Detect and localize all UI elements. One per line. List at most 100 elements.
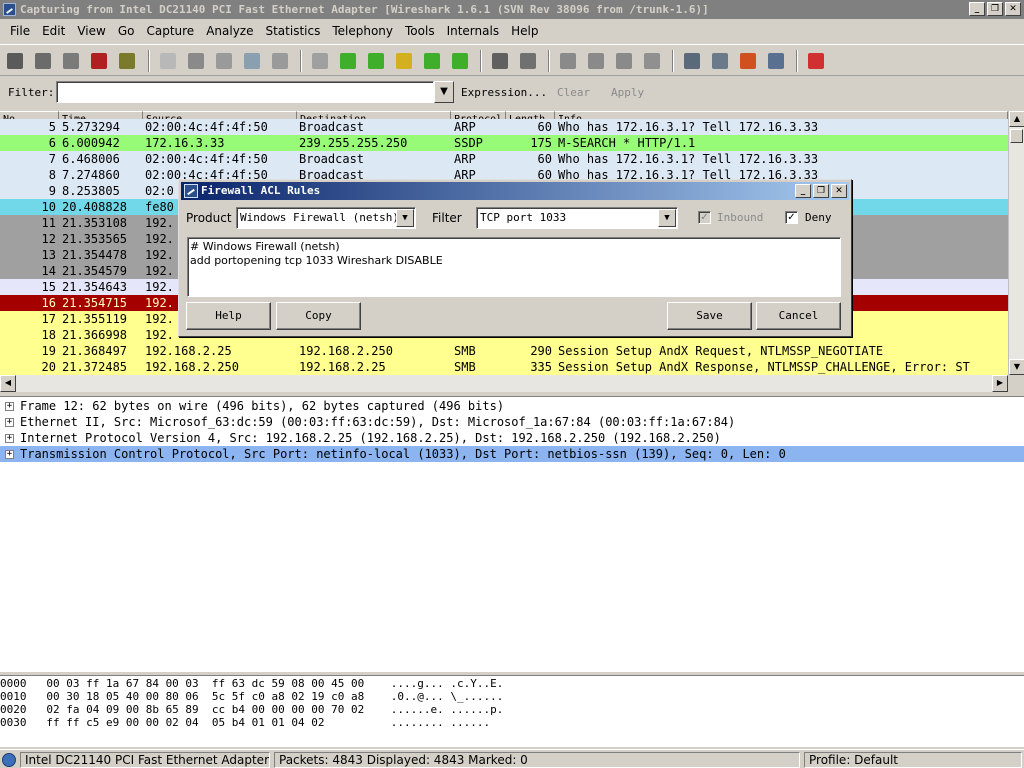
toolbar-separator bbox=[548, 50, 550, 72]
help-button[interactable]: Help bbox=[186, 302, 271, 330]
restart-capture-icon bbox=[119, 53, 135, 69]
acl-rules-text[interactable]: # Windows Firewall (netsh) add portopeni… bbox=[187, 237, 841, 297]
toolbar-separator bbox=[300, 50, 302, 72]
save-toolbar-button[interactable] bbox=[186, 51, 206, 71]
packet-cell-time: 21.366998 bbox=[62, 328, 128, 342]
detail-tree-item[interactable]: + Frame 12: 62 bytes on wire (496 bits), … bbox=[0, 398, 1024, 414]
apply-filter-button[interactable]: Apply bbox=[611, 86, 644, 99]
menu-go[interactable]: Go bbox=[112, 21, 141, 41]
hex-dump-line[interactable]: 0020 02 fa 04 09 00 8b 65 89 cc b4 00 00… bbox=[0, 703, 503, 716]
packet-row[interactable]: 7 6.468006 02:00:4c:4f:4f:50 Broadcast ARP 60… bbox=[0, 151, 1008, 167]
print-toolbar-button[interactable] bbox=[270, 51, 290, 71]
start-capture-toolbar-button[interactable] bbox=[61, 51, 81, 71]
menu-tools[interactable]: Tools bbox=[399, 21, 441, 41]
dialog-minimize-button[interactable]: _ bbox=[795, 184, 811, 198]
capture-filters-toolbar-button[interactable] bbox=[682, 51, 702, 71]
scroll-right-button[interactable]: ▶ bbox=[992, 375, 1008, 392]
menu-capture[interactable]: Capture bbox=[140, 21, 200, 41]
scroll-down-button[interactable]: ▼ bbox=[1009, 359, 1024, 375]
interfaces-toolbar-button[interactable] bbox=[5, 51, 25, 71]
inbound-checkbox[interactable]: ✓ bbox=[698, 211, 711, 224]
expand-icon[interactable]: + bbox=[5, 434, 14, 443]
reload-toolbar-button[interactable] bbox=[242, 51, 262, 71]
dialog-close-button[interactable]: ✕ bbox=[831, 184, 847, 198]
scroll-thumb[interactable] bbox=[1010, 129, 1023, 143]
filter-history-dropdown[interactable]: ▼ bbox=[434, 81, 454, 103]
close-file-icon bbox=[216, 53, 232, 69]
go-back-toolbar-button[interactable] bbox=[338, 51, 358, 71]
menu-analyze[interactable]: Analyze bbox=[200, 21, 259, 41]
help-toolbar-button[interactable] bbox=[806, 51, 826, 71]
menu-edit[interactable]: Edit bbox=[36, 21, 71, 41]
normal-size-toolbar-button[interactable] bbox=[614, 51, 634, 71]
scroll-left-button[interactable]: ◀ bbox=[0, 375, 16, 392]
display-filters-icon bbox=[712, 53, 728, 69]
copy-button-label: Copy bbox=[305, 309, 332, 322]
open-toolbar-button[interactable] bbox=[158, 51, 178, 71]
zoom-in-toolbar-button[interactable] bbox=[558, 51, 578, 71]
hex-dump-line[interactable]: 0010 00 30 18 05 40 00 80 06 5c 5f c0 a8… bbox=[0, 690, 503, 703]
minimize-button[interactable]: _ bbox=[969, 2, 985, 16]
menu-view[interactable]: View bbox=[71, 21, 111, 41]
menu-internals[interactable]: Internals bbox=[441, 21, 506, 41]
close-button[interactable]: ✕ bbox=[1005, 2, 1021, 16]
expression-button[interactable]: Expression... bbox=[461, 86, 547, 99]
menu-statistics[interactable]: Statistics bbox=[259, 21, 326, 41]
maximize-button[interactable]: ❐ bbox=[987, 2, 1003, 16]
packet-row[interactable]: 19 21.368497 192.168.2.25 192.168.2.250 SMB 2… bbox=[0, 343, 1008, 359]
go-to-packet-toolbar-button[interactable] bbox=[394, 51, 414, 71]
scroll-up-button[interactable]: ▲ bbox=[1009, 111, 1024, 127]
save-button[interactable]: Save bbox=[667, 302, 752, 330]
display-filters-toolbar-button[interactable] bbox=[710, 51, 730, 71]
packet-row[interactable]: 20 21.372485 192.168.2.250 192.168.2.25 SMB 3… bbox=[0, 359, 1008, 375]
auto-scroll-toolbar-button[interactable] bbox=[518, 51, 538, 71]
zoom-out-icon bbox=[588, 53, 604, 69]
expand-icon[interactable]: + bbox=[5, 402, 14, 411]
dialog-maximize-button[interactable]: ❐ bbox=[813, 184, 829, 198]
restart-capture-toolbar-button[interactable] bbox=[117, 51, 137, 71]
status-profile[interactable]: Profile: Default bbox=[804, 752, 1022, 768]
packet-list-vertical-scrollbar[interactable]: ▲ ▼ bbox=[1008, 111, 1024, 375]
packet-list-horizontal-scrollbar[interactable]: ◀ ▶ bbox=[0, 375, 1008, 392]
cancel-button[interactable]: Cancel bbox=[756, 302, 841, 330]
close-file-toolbar-button[interactable] bbox=[214, 51, 234, 71]
hex-dump-line[interactable]: 0000 00 03 ff 1a 67 84 00 03 ff 63 dc 59… bbox=[0, 677, 503, 690]
packet-cell-dst: Broadcast bbox=[299, 152, 365, 166]
go-forward-toolbar-button[interactable] bbox=[366, 51, 386, 71]
window-title-bar: Capturing from Intel DC21140 PCI Fast Et… bbox=[0, 0, 1024, 19]
display-filter-input[interactable] bbox=[56, 81, 434, 103]
expand-icon[interactable]: + bbox=[5, 450, 14, 459]
go-last-toolbar-button[interactable] bbox=[450, 51, 470, 71]
expert-info-icon[interactable] bbox=[2, 753, 16, 767]
filter-bar: Filter: ▼ Expression... Clear Apply bbox=[0, 79, 1024, 107]
detail-tree-item[interactable]: + Transmission Control Protocol, Src Port… bbox=[0, 446, 1024, 462]
find-toolbar-button[interactable] bbox=[310, 51, 330, 71]
options-toolbar-button[interactable] bbox=[33, 51, 53, 71]
start-capture-icon bbox=[63, 53, 79, 69]
status-adapter: Intel DC21140 PCI Fast Ethernet Adapter.… bbox=[20, 752, 270, 768]
colorize-toolbar-button[interactable] bbox=[490, 51, 510, 71]
go-forward-icon bbox=[368, 53, 384, 69]
packet-row[interactable]: 6 6.000942 172.16.3.33 239.255.255.250 SSDP 1… bbox=[0, 135, 1008, 151]
hex-dump-line[interactable]: 0030 ff ff c5 e9 00 00 02 04 05 b4 01 01… bbox=[0, 716, 490, 729]
expand-icon[interactable]: + bbox=[5, 418, 14, 427]
resize-columns-toolbar-button[interactable] bbox=[642, 51, 662, 71]
packet-row[interactable]: 5 5.273294 02:00:4c:4f:4f:50 Broadcast ARP 60… bbox=[0, 119, 1008, 135]
zoom-out-toolbar-button[interactable] bbox=[586, 51, 606, 71]
menu-help[interactable]: Help bbox=[505, 21, 544, 41]
go-first-toolbar-button[interactable] bbox=[422, 51, 442, 71]
coloring-rules-toolbar-button[interactable] bbox=[738, 51, 758, 71]
copy-button[interactable]: Copy bbox=[276, 302, 361, 330]
clear-filter-button[interactable]: Clear bbox=[557, 86, 590, 99]
detail-tree-item[interactable]: + Ethernet II, Src: Microsof_63:dc:59 (00… bbox=[0, 414, 1024, 430]
menu-telephony[interactable]: Telephony bbox=[326, 21, 399, 41]
filter-type-select[interactable]: TCP port 1033 ▼ bbox=[476, 207, 678, 229]
detail-tree-item[interactable]: + Internet Protocol Version 4, Src: 192.1… bbox=[0, 430, 1024, 446]
stop-capture-toolbar-button[interactable] bbox=[89, 51, 109, 71]
menu-file[interactable]: File bbox=[4, 21, 36, 41]
save-icon bbox=[188, 53, 204, 69]
deny-checkbox[interactable]: ✓ bbox=[785, 211, 798, 224]
preferences-toolbar-button[interactable] bbox=[766, 51, 786, 71]
product-select[interactable]: Windows Firewall (netsh) ▼ bbox=[236, 207, 416, 229]
window-controls: _ ❐ ✕ bbox=[969, 2, 1021, 16]
